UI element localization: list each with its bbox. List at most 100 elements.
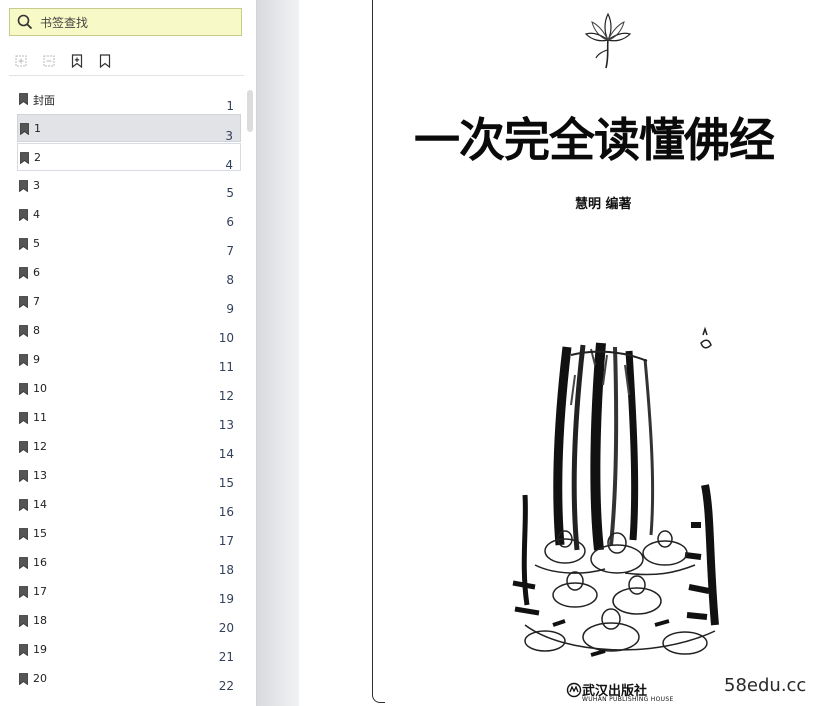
bookmark-page-number: 17 (218, 534, 234, 548)
bookmark-page-number: 7 (226, 244, 234, 258)
bookmark-icon (19, 209, 28, 221)
bookmark-icon (19, 615, 28, 627)
bookmark-icon (19, 644, 28, 656)
bookmark-label: 19 (33, 643, 47, 656)
bookmark-label: 4 (33, 208, 40, 221)
bookmark-page-number: 3 (225, 129, 233, 143)
bookmark-item[interactable]: 57 (17, 230, 241, 258)
bookmark-page-number: 22 (218, 679, 234, 693)
bookmark-icon (19, 180, 28, 192)
page-shadow (257, 0, 299, 706)
bookmark-item[interactable]: 封面 1 (17, 85, 241, 113)
bookmark-icon (19, 267, 28, 279)
bookmark-label: 12 (33, 440, 47, 453)
bookmark-item[interactable]: 13 15 (17, 462, 241, 490)
bookmark-icon (19, 470, 28, 482)
bookmark-toolbar (10, 50, 116, 72)
bookmark-icon (19, 441, 28, 453)
bookmark-icon (19, 673, 28, 685)
bookmark-icon (19, 586, 28, 598)
bookmark-item[interactable]: 14 16 (17, 491, 241, 519)
bookmark-icon (19, 296, 28, 308)
bookmark-icon (19, 93, 28, 105)
search-placeholder: 书签查找 (40, 15, 89, 30)
bookmark-label: 7 (33, 295, 40, 308)
bookmark-page-number: 12 (218, 389, 234, 403)
bookmark-page-number: 15 (218, 476, 234, 490)
bookmark-search-input[interactable]: 书签查找 (9, 8, 242, 36)
bookmark-item[interactable]: 17 19 (17, 578, 241, 606)
bookmark-icon (19, 238, 28, 250)
bookmark-page-number: 10 (218, 331, 234, 345)
bookmark-icon (20, 152, 29, 164)
bookmark-item[interactable]: 18 20 (17, 607, 241, 635)
sidebar-divider (9, 75, 244, 76)
bookmark-icon (19, 412, 28, 424)
bookmark-item[interactable]: 19 21 (17, 636, 241, 664)
book-author: 慧明 编著 (575, 197, 632, 212)
bookmark-page-number: 13 (218, 418, 234, 432)
publisher-english-name: WUHAN PUBLISHING HOUSE (582, 696, 674, 703)
bookmark-label: 9 (33, 353, 40, 366)
bookmark-item[interactable]: 79 (17, 288, 241, 316)
bookmark-item[interactable]: 8 10 (17, 317, 241, 345)
bookmark-label: 6 (33, 266, 40, 279)
add-bookmark-icon[interactable] (66, 50, 88, 72)
bookmark-icon (19, 383, 28, 395)
bookmark-item[interactable]: 20 22 (17, 665, 241, 693)
bookmark-icon (19, 325, 28, 337)
bookmark-outline-icon[interactable] (94, 50, 116, 72)
bookmark-icon (20, 123, 29, 135)
bookmark-page-number: 18 (218, 563, 234, 577)
bookmark-page-number: 21 (218, 650, 234, 664)
bookmark-page-number: 20 (218, 621, 234, 635)
bookmark-item[interactable]: 16 18 (17, 549, 241, 577)
bookmark-page-number: 14 (218, 447, 234, 461)
bookmark-label: 3 (33, 179, 40, 192)
bookmark-label: 10 (33, 382, 47, 395)
bookmark-label: 14 (33, 498, 47, 511)
bookmark-label: 2 (34, 151, 41, 164)
buddha-illustration (512, 326, 719, 657)
bookmark-label: 16 (33, 556, 47, 569)
bookmark-page-number: 9 (226, 302, 234, 316)
expand-all-icon[interactable] (10, 50, 32, 72)
lotus-ornament (584, 12, 632, 69)
bookmark-item[interactable]: 9 11 (17, 346, 241, 374)
bookmark-page-number: 1 (226, 99, 234, 113)
bookmark-page-number: 8 (226, 273, 234, 287)
bookmark-item[interactable]: 68 (17, 259, 241, 287)
search-icon (10, 9, 40, 35)
bookmark-icon (19, 557, 28, 569)
sidebar-scrollbar-thumb[interactable] (247, 90, 253, 132)
bookmark-page-number: 5 (226, 186, 234, 200)
bookmark-item[interactable]: 24 (17, 143, 241, 172)
watermark-text: 58edu.cc (724, 675, 807, 696)
book-title: 一次完全读懂佛经 (414, 113, 775, 167)
collapse-all-icon[interactable] (38, 50, 60, 72)
bookmark-label: 5 (33, 237, 40, 250)
bookmark-item[interactable]: 10 12 (17, 375, 241, 403)
bookmark-label: 13 (33, 469, 47, 482)
publisher-logo-icon (566, 682, 582, 698)
bookmark-icon (19, 354, 28, 366)
bookmark-item[interactable]: 46 (17, 201, 241, 229)
bookmark-page-number: 19 (218, 592, 234, 606)
page-margin-line (372, 0, 373, 694)
bookmark-page-number: 11 (218, 360, 234, 374)
bookmark-item[interactable]: 13 (17, 114, 241, 143)
bookmark-item[interactable]: 35 (17, 172, 241, 200)
bookmark-label: 18 (33, 614, 47, 627)
bookmark-label: 8 (33, 324, 40, 337)
bookmark-sidebar: 书签查找 封面 1 1 3 2 4 3 5 4 6 5 7 6 8 7 9 8 … (0, 0, 257, 706)
bookmark-label: 1 (34, 122, 41, 135)
bookmark-label: 11 (33, 411, 47, 424)
bookmark-icon (19, 528, 28, 540)
bookmark-item[interactable]: 11 13 (17, 404, 241, 432)
bookmark-page-number: 16 (218, 505, 234, 519)
bookmark-item[interactable]: 12 14 (17, 433, 241, 461)
bookmark-label: 17 (33, 585, 47, 598)
bookmark-label: 15 (33, 527, 47, 540)
bookmark-label: 封面 (33, 94, 55, 107)
bookmark-item[interactable]: 15 17 (17, 520, 241, 548)
